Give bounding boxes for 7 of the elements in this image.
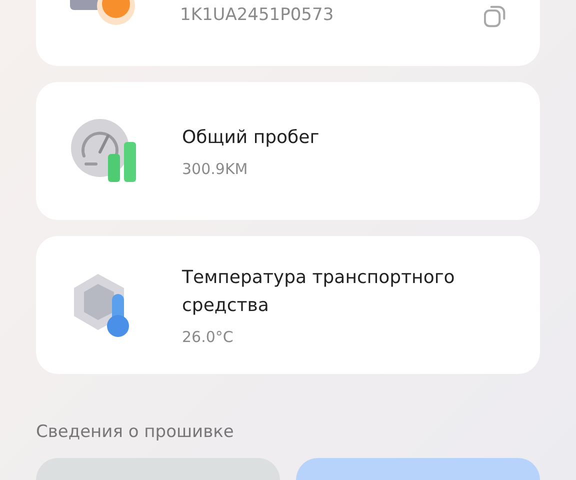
section-heading: Сведения о прошивке <box>36 422 235 442</box>
card-title: Температура транспортного средства <box>182 266 456 318</box>
card-title: Общий пробег <box>182 126 320 150</box>
copy-icon[interactable] <box>484 4 506 28</box>
card-value: 26.0°C <box>182 328 234 346</box>
card-value: 300.9KM <box>182 160 249 178</box>
vin-value: 1K1UA2451P0573 <box>180 5 335 25</box>
